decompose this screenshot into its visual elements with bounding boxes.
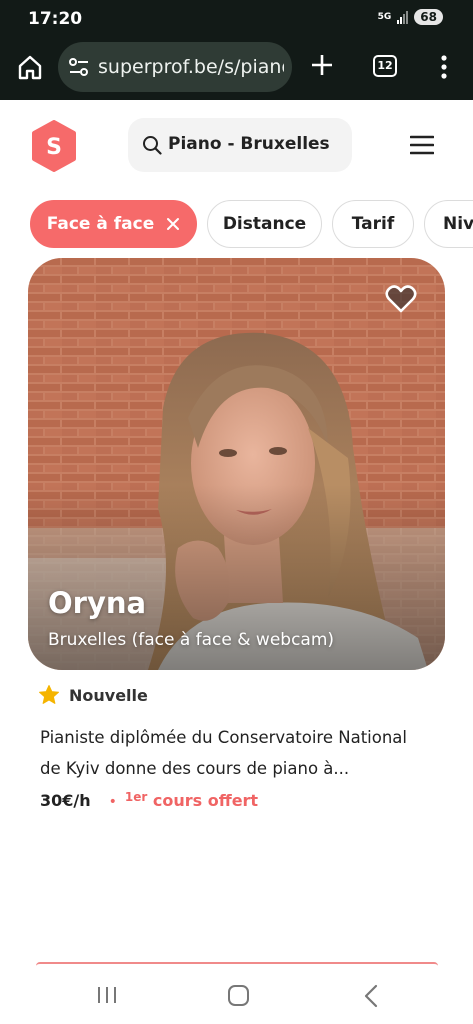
tabs-icon[interactable]: 12 bbox=[373, 55, 397, 77]
home-nav-icon[interactable] bbox=[228, 985, 249, 1006]
hourly-price: 30€/h bbox=[40, 791, 91, 810]
tutor-name[interactable]: Oryna bbox=[48, 586, 146, 620]
address-bar[interactable]: superprof.be/s/piano bbox=[58, 42, 292, 92]
separator-dot: • bbox=[108, 794, 117, 810]
svg-text:S: S bbox=[46, 135, 62, 160]
browser-toolbar: superprof.be/s/piano 12 bbox=[0, 38, 473, 100]
offer-text: cours offert bbox=[147, 791, 259, 810]
tutor-location: Bruxelles (face à face & webcam) bbox=[48, 630, 335, 650]
home-icon[interactable] bbox=[16, 53, 44, 81]
close-icon[interactable] bbox=[166, 217, 180, 231]
filter-chip-label: Niveau bbox=[443, 214, 473, 234]
search-text[interactable]: Piano - Bruxelles bbox=[168, 134, 330, 154]
recents-icon[interactable] bbox=[96, 986, 118, 1004]
plus-icon[interactable] bbox=[308, 51, 336, 79]
filter-chip-distance[interactable]: Distance bbox=[207, 200, 322, 248]
superprof-logo[interactable]: S bbox=[30, 120, 78, 172]
menu-icon[interactable] bbox=[410, 135, 434, 155]
tutor-description[interactable]: Pianiste diplômée du Conservatoire Natio… bbox=[40, 722, 430, 784]
star-icon bbox=[39, 685, 59, 704]
heart-icon[interactable] bbox=[385, 284, 417, 314]
filter-chip-niveau[interactable]: Niveau bbox=[424, 200, 473, 248]
new-badge: Nouvelle bbox=[38, 684, 148, 706]
search-field[interactable]: Piano - Bruxelles bbox=[128, 118, 352, 172]
search-icon bbox=[143, 136, 162, 155]
filter-chip-face-a-face[interactable]: Face à face bbox=[30, 200, 197, 248]
price-row: 30€/h • 1er cours offert bbox=[40, 790, 258, 810]
filter-chips: Face à face Distance Tarif Niveau bbox=[30, 200, 473, 250]
network-5g-icon: 5G bbox=[377, 12, 392, 22]
system-nav-bar bbox=[0, 966, 473, 1024]
badge-label: Nouvelle bbox=[69, 685, 148, 705]
status-bar: 17:20 5G 68 bbox=[0, 0, 473, 38]
site-header: S Piano - Bruxelles bbox=[0, 100, 473, 192]
tune-icon[interactable] bbox=[68, 57, 90, 77]
filter-chip-label: Face à face bbox=[46, 214, 155, 234]
status-time: 17:20 bbox=[28, 9, 83, 29]
battery-icon: 68 bbox=[414, 9, 443, 25]
offer-ordinal: 1er bbox=[124, 790, 148, 804]
first-lesson-offer: 1er cours offert bbox=[125, 790, 258, 810]
filter-chip-label: Tarif bbox=[351, 214, 395, 234]
url-text[interactable]: superprof.be/s/piano bbox=[98, 56, 284, 78]
more-icon[interactable] bbox=[432, 53, 456, 81]
back-icon[interactable] bbox=[362, 984, 380, 1008]
tutor-photo[interactable]: Oryna Bruxelles (face à face & webcam) bbox=[28, 258, 445, 670]
filter-chip-label: Distance bbox=[222, 214, 307, 234]
status-icons: 5G 68 bbox=[378, 9, 443, 25]
signal-icon bbox=[397, 10, 409, 24]
filter-chip-tarif[interactable]: Tarif bbox=[332, 200, 414, 248]
